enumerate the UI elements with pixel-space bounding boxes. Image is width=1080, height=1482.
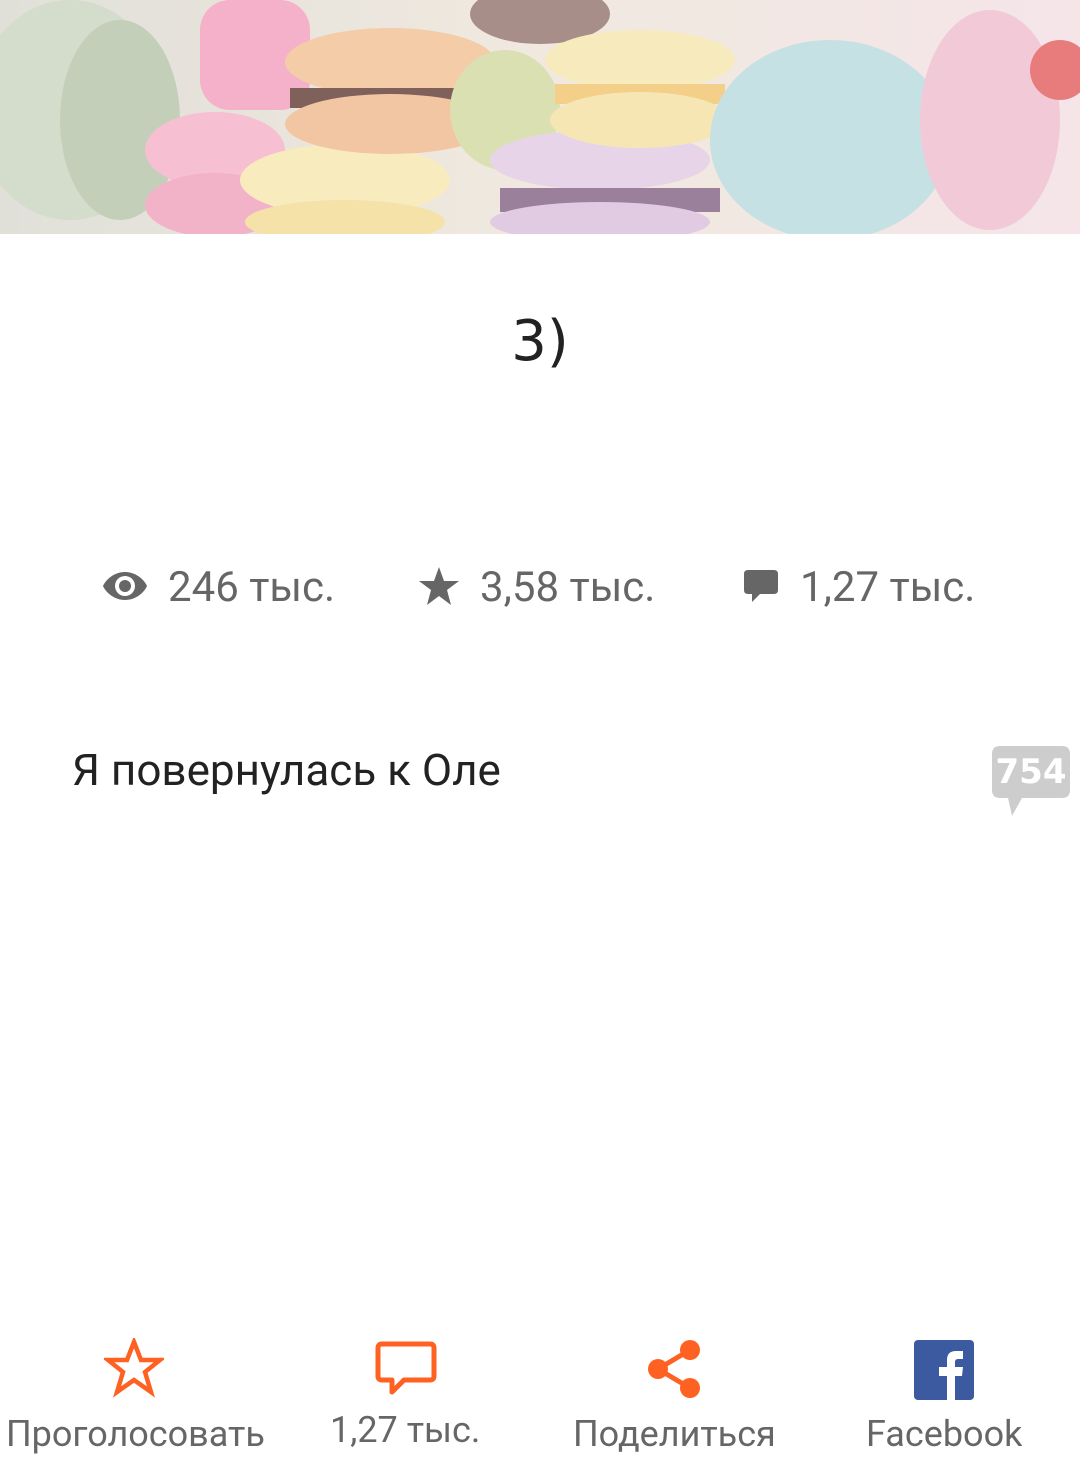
- share-icon: [644, 1338, 704, 1404]
- story-paragraph: Я повернулась к Оле: [72, 744, 501, 796]
- eye-icon: [102, 570, 148, 606]
- share-button[interactable]: Поделиться: [560, 1330, 800, 1482]
- votes-stat: 3,58 тыс.: [418, 560, 655, 616]
- inline-comment-button[interactable]: 754: [990, 744, 1072, 818]
- facebook-button[interactable]: Facebook: [850, 1330, 1050, 1482]
- vote-label: Проголосовать: [6, 1413, 265, 1455]
- comments-button[interactable]: 1,27 тыс.: [300, 1330, 520, 1482]
- inline-comment-count: 754: [995, 752, 1067, 792]
- header-image: [0, 0, 1080, 234]
- comments-count: 1,27 тыс.: [800, 563, 976, 612]
- views-count: 246 тыс.: [168, 563, 336, 612]
- comments-stat: 1,27 тыс.: [742, 560, 975, 616]
- speech-bubble-icon: [742, 566, 780, 610]
- vote-button[interactable]: Проголосовать: [0, 1330, 270, 1482]
- bottom-action-bar: Проголосовать 1,27 тыс. Поделиться Faceb…: [0, 1330, 1080, 1482]
- facebook-label: Facebook: [866, 1413, 1023, 1455]
- share-label: Поделиться: [573, 1413, 776, 1455]
- comment-icon: [374, 1338, 438, 1402]
- part-title: 3): [511, 309, 569, 374]
- views-stat: 246 тыс.: [102, 560, 335, 616]
- star-icon: [418, 566, 460, 610]
- comments-label: 1,27 тыс.: [330, 1409, 481, 1451]
- votes-count: 3,58 тыс.: [480, 563, 656, 612]
- star-outline-icon: [101, 1335, 167, 1402]
- facebook-icon: [914, 1340, 974, 1404]
